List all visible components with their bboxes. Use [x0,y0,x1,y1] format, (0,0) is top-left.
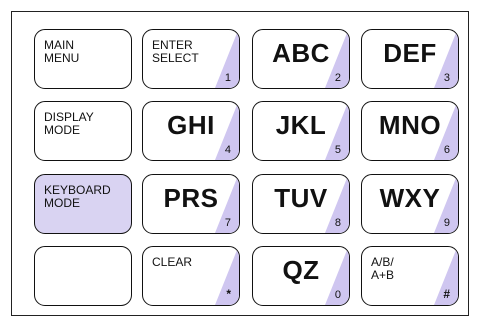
def-button[interactable]: DEF 3 [361,29,459,89]
key-label: DEF [383,38,437,68]
key-label: KEYBOARD MODE [44,183,111,210]
key-label: ABC [272,38,330,68]
key-number: 6 [443,144,450,156]
key-label: TUV [274,183,328,213]
key-number: 9 [443,217,450,229]
keyboard-mode-button[interactable]: KEYBOARD MODE [34,174,132,234]
ab-toggle-button[interactable]: A/B/ A+B # [361,246,459,306]
enter-select-button[interactable]: ENTER SELECT 1 [142,29,240,89]
key-number: 1 [224,72,231,84]
key-number: 3 [443,72,450,84]
keypad-panel: MAIN MENU ENTER SELECT 1 ABC 2 DEF 3 DIS… [11,11,469,316]
key-symbol: # [443,287,450,301]
key-label: PRS [163,183,219,213]
key-label: MNO [378,110,442,140]
key-number: 5 [334,144,341,156]
prs-button[interactable]: PRS 7 [142,174,240,234]
key-label: CLEAR [152,255,193,269]
key-label: WXY [379,183,441,213]
key-label: GHI [167,110,215,140]
main-menu-button[interactable]: MAIN MENU [34,29,132,89]
clear-button[interactable]: CLEAR * [142,246,240,306]
key-number: 2 [334,72,341,84]
key-number: 8 [334,217,341,229]
mno-button[interactable]: MNO 6 [361,101,459,161]
key-number: 4 [224,144,231,156]
ghi-button[interactable]: GHI 4 [142,101,240,161]
key-label: DISPLAY MODE [44,110,94,137]
key-label: A/B/ A+B [371,255,395,282]
display-mode-button[interactable]: DISPLAY MODE [34,101,132,161]
key-label: ENTER SELECT [152,38,199,65]
key-label: QZ [282,255,320,285]
key-label: JKL [275,110,327,140]
qz-button[interactable]: QZ 0 [252,246,350,306]
jkl-button[interactable]: JKL 5 [252,101,350,161]
tuv-button[interactable]: TUV 8 [252,174,350,234]
key-number: 7 [224,217,231,229]
blank-button[interactable] [34,246,132,306]
key-symbol: * [226,287,231,301]
key-label: MAIN MENU [44,38,80,65]
abc-button[interactable]: ABC 2 [252,29,350,89]
key-number: 0 [334,289,341,301]
wxy-button[interactable]: WXY 9 [361,174,459,234]
